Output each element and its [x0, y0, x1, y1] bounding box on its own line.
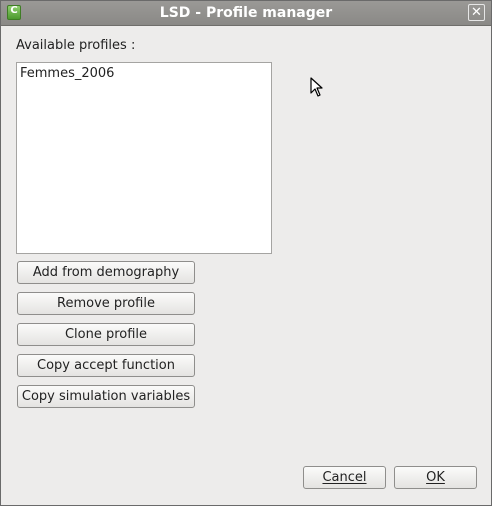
- close-icon[interactable]: ✕: [468, 4, 485, 21]
- profile-manager-window: C LSD - Profile manager ✕ Available prof…: [0, 0, 492, 506]
- mouse-pointer-icon: [310, 77, 323, 97]
- cancel-button[interactable]: Cancel: [303, 466, 386, 489]
- copy-simulation-variables-button[interactable]: Copy simulation variables: [17, 385, 195, 408]
- ok-button[interactable]: OK: [394, 466, 477, 489]
- title-bar[interactable]: C LSD - Profile manager ✕: [1, 1, 491, 26]
- ok-label: OK: [426, 470, 445, 485]
- clone-profile-button[interactable]: Clone profile: [17, 323, 195, 346]
- add-from-demography-button[interactable]: Add from demography: [17, 261, 195, 284]
- list-item[interactable]: Femmes_2006: [20, 66, 114, 81]
- remove-profile-button[interactable]: Remove profile: [17, 292, 195, 315]
- cancel-label: Cancel: [322, 470, 367, 485]
- copy-accept-function-button[interactable]: Copy accept function: [17, 354, 195, 377]
- window-title: LSD - Profile manager: [159, 5, 333, 21]
- profiles-list[interactable]: Femmes_2006: [16, 62, 272, 254]
- available-profiles-label: Available profiles :: [16, 38, 136, 53]
